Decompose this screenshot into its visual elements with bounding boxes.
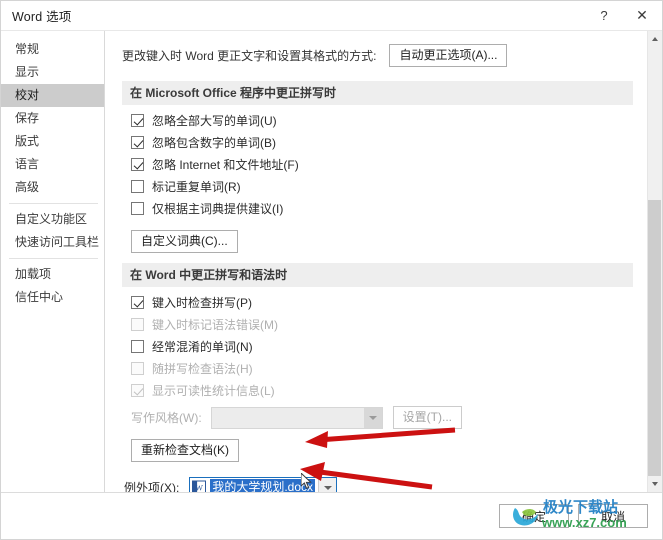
checkbox-label: 键入时标记语法错误(M) xyxy=(152,318,278,332)
custom-dictionaries-button[interactable]: 自定义词典(C)... xyxy=(131,230,238,253)
checkbox-mark-grammar-errors: 键入时标记语法错误(M) xyxy=(131,318,633,332)
sidebar-item-advanced[interactable]: 高级 xyxy=(1,176,104,199)
checkbox-icon xyxy=(131,318,144,331)
checkbox-frequently-confused-words[interactable]: 经常混淆的单词(N) xyxy=(131,340,633,354)
exceptions-row: 例外项(X): W 我的大学规划.docx xyxy=(124,477,633,492)
sidebar-item-language[interactable]: 语言 xyxy=(1,153,104,176)
sidebar-item-quick-access-bar[interactable]: 快速访问工具栏 xyxy=(1,231,104,254)
scrollbar-track[interactable] xyxy=(648,47,661,476)
word-document-icon: W xyxy=(192,480,207,492)
recheck-document-row: 重新检查文档(K) xyxy=(131,439,633,462)
cancel-button[interactable]: 取消 xyxy=(578,504,648,528)
sidebar-item-save[interactable]: 保存 xyxy=(1,107,104,130)
checkbox-icon xyxy=(131,384,144,397)
scrollbar-thumb[interactable] xyxy=(648,47,661,200)
checkbox-label: 忽略 Internet 和文件地址(F) xyxy=(152,158,299,172)
exceptions-document-value: 我的大学规划.docx xyxy=(210,479,316,492)
checkbox-check-spelling-as-you-type[interactable]: 键入时检查拼写(P) xyxy=(131,296,633,310)
writing-style-value xyxy=(212,408,364,428)
checkbox-label: 忽略全部大写的单词(U) xyxy=(152,114,277,128)
sidebar-item-layout[interactable]: 版式 xyxy=(1,130,104,153)
sidebar-divider-2 xyxy=(9,258,98,259)
autocorrect-row: 更改键入时 Word 更正文字和设置其格式的方式: 自动更正选项(A)... xyxy=(122,44,633,67)
checkbox-ignore-internet-paths[interactable]: 忽略 Internet 和文件地址(F) xyxy=(131,158,633,172)
checkbox-label: 键入时检查拼写(P) xyxy=(152,296,252,310)
title-bar: Word 选项 ? ✕ xyxy=(1,1,662,31)
exceptions-label: 例外项(X): xyxy=(124,481,180,492)
checkbox-icon[interactable] xyxy=(131,296,144,309)
checkbox-check-grammar-with-spelling: 随拼写检查语法(H) xyxy=(131,362,633,376)
sidebar-divider-1 xyxy=(9,203,98,204)
scroll-up-icon[interactable] xyxy=(648,31,662,47)
exceptions-document-select[interactable]: W 我的大学规划.docx xyxy=(189,477,338,492)
recheck-document-button[interactable]: 重新检查文档(K) xyxy=(131,439,239,462)
sidebar-item-trust-center[interactable]: 信任中心 xyxy=(1,286,104,309)
writing-style-settings-button: 设置(T)... xyxy=(392,406,462,429)
checkbox-label: 仅根据主词典提供建议(I) xyxy=(152,202,284,216)
chevron-down-icon xyxy=(363,407,382,428)
category-sidebar: 常规 显示 校对 保存 版式 语言 高级 自定义功能区 快速访问工具栏 加载项 … xyxy=(1,31,105,492)
dialog-body: 常规 显示 校对 保存 版式 语言 高级 自定义功能区 快速访问工具栏 加载项 … xyxy=(1,31,662,492)
checkbox-label: 显示可读性统计信息(L) xyxy=(152,384,275,398)
writing-style-label: 写作风格(W): xyxy=(131,411,202,425)
chevron-down-icon[interactable] xyxy=(318,478,337,492)
checkbox-label: 经常混淆的单词(N) xyxy=(152,340,253,354)
sidebar-item-addins[interactable]: 加载项 xyxy=(1,263,104,286)
checkbox-label: 随拼写检查语法(H) xyxy=(152,362,253,376)
checkbox-flag-repeated-words[interactable]: 标记重复单词(R) xyxy=(131,180,633,194)
proofing-panel: 更改键入时 Word 更正文字和设置其格式的方式: 自动更正选项(A)... 在… xyxy=(105,31,662,492)
checkbox-icon[interactable] xyxy=(131,136,144,149)
writing-style-select xyxy=(210,406,383,429)
proofing-content: 更改键入时 Word 更正文字和设置其格式的方式: 自动更正选项(A)... 在… xyxy=(105,31,647,492)
sidebar-item-general[interactable]: 常规 xyxy=(1,38,104,61)
checkbox-suggest-main-dict-only[interactable]: 仅根据主词典提供建议(I) xyxy=(131,202,633,216)
checkbox-icon[interactable] xyxy=(131,202,144,215)
window-controls: ? ✕ xyxy=(586,1,662,30)
checkbox-icon[interactable] xyxy=(131,158,144,171)
checkbox-label: 忽略包含数字的单词(B) xyxy=(152,136,276,150)
svg-text:W: W xyxy=(196,484,204,492)
writing-style-row: 写作风格(W): 设置(T)... xyxy=(131,406,633,429)
checkbox-ignore-uppercase[interactable]: 忽略全部大写的单词(U) xyxy=(131,114,633,128)
content-scrollbar[interactable] xyxy=(647,31,662,492)
autocorrect-options-button[interactable]: 自动更正选项(A)... xyxy=(389,44,508,67)
custom-dictionaries-row: 自定义词典(C)... xyxy=(131,230,633,253)
sidebar-item-customize-ribbon[interactable]: 自定义功能区 xyxy=(1,208,104,231)
checkbox-ignore-numbers[interactable]: 忽略包含数字的单词(B) xyxy=(131,136,633,150)
office-group-header: 在 Microsoft Office 程序中更正拼写时 xyxy=(122,81,633,105)
checkbox-icon[interactable] xyxy=(131,340,144,353)
checkbox-icon xyxy=(131,362,144,375)
autocorrect-label: 更改键入时 Word 更正文字和设置其格式的方式: xyxy=(122,49,377,63)
window-title: Word 选项 xyxy=(12,10,72,24)
checkbox-icon[interactable] xyxy=(131,114,144,127)
checkbox-show-readability-statistics: 显示可读性统计信息(L) xyxy=(131,384,633,398)
checkbox-label: 标记重复单词(R) xyxy=(152,180,241,194)
ok-button[interactable]: 确定 xyxy=(499,504,569,528)
help-icon[interactable]: ? xyxy=(586,1,622,30)
word-group-header: 在 Word 中更正拼写和语法时 xyxy=(122,263,633,287)
sidebar-item-display[interactable]: 显示 xyxy=(1,61,104,84)
word-options-dialog: Word 选项 ? ✕ 常规 显示 校对 保存 版式 语言 高级 自定义功能区 … xyxy=(0,0,663,540)
sidebar-item-proofing[interactable]: 校对 xyxy=(1,84,104,107)
checkbox-icon[interactable] xyxy=(131,180,144,193)
scroll-down-icon[interactable] xyxy=(648,476,662,492)
close-icon[interactable]: ✕ xyxy=(622,1,662,30)
dialog-footer: 确定 取消 xyxy=(1,492,662,539)
